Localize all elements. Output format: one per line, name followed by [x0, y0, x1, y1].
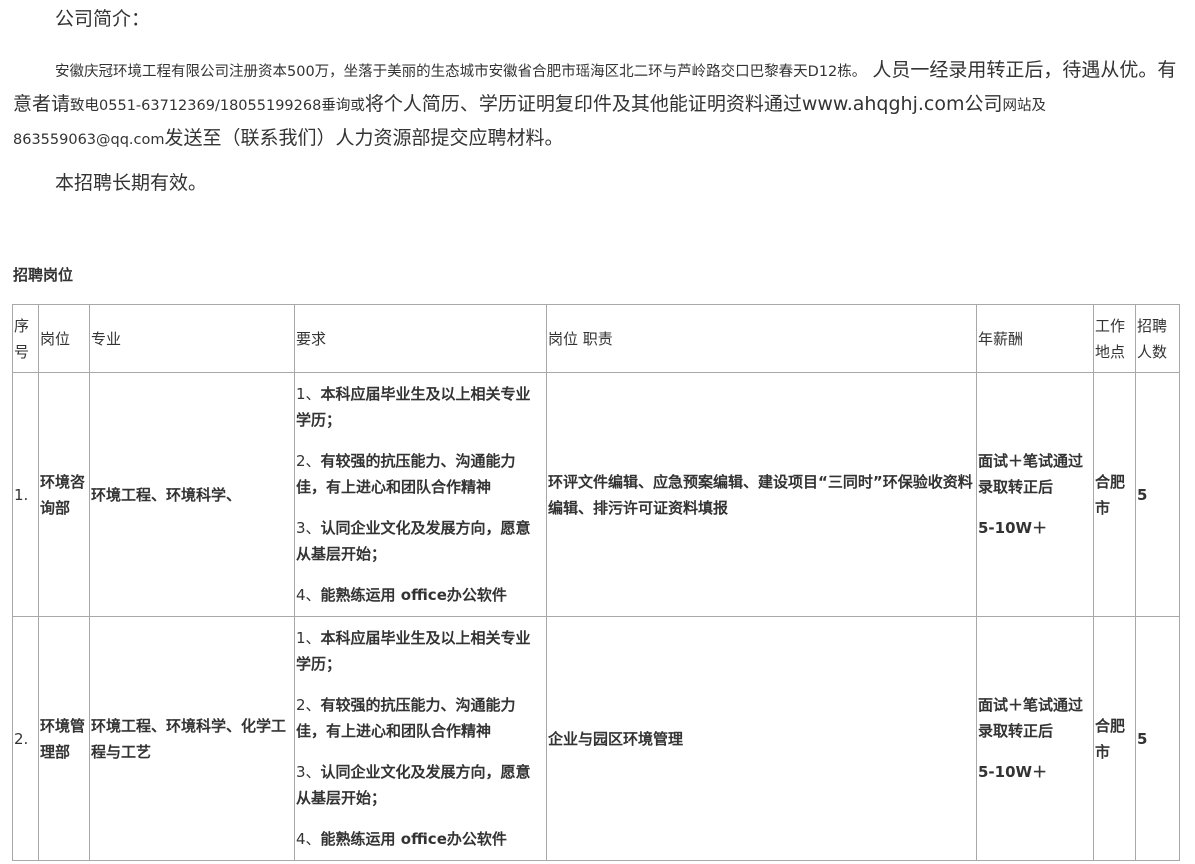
header-location: 工作地点	[1093, 304, 1136, 373]
salary-condition: 面试＋笔试通过录取转正后	[978, 452, 1084, 496]
jobs-table: 序号 岗位 专业 要求 岗位 职责 年薪酬 工作地点 招聘人数 1. 环境咨询部…	[12, 304, 1180, 861]
requirement-item: 4、能熟练运用 office办公软件	[296, 586, 507, 604]
header-headcount: 招聘人数	[1135, 304, 1180, 373]
row-headcount: 5	[1135, 616, 1180, 861]
requirement-item: 2、有较强的抗压能力、沟通能力佳，有上进心和团队合作精神	[296, 452, 516, 496]
row-seq: 2.	[12, 616, 39, 861]
salary-range: 5-10W＋	[978, 763, 1048, 781]
table-row: 1. 环境咨询部 环境工程、环境科学、 1、本科应届毕业生及以上相关专业学历； …	[12, 372, 1180, 617]
intro-text-hr: 发送至（联系我们）人力资源部提交应聘材料。	[164, 127, 564, 149]
requirement-item: 1、本科应届毕业生及以上相关专业学历；	[296, 629, 531, 673]
requirement-item: 3、认同企业文化及发展方向，愿意从基层开始；	[296, 519, 531, 563]
row-major: 环境工程、环境科学、化学工程与工艺	[89, 616, 295, 861]
header-duties: 岗位 职责	[546, 304, 977, 373]
intro-text-inquire: 垂询或	[321, 98, 365, 114]
row-salary: 面试＋笔试通过录取转正后 5-10W＋	[976, 372, 1094, 617]
row-location: 合肥市	[1093, 616, 1136, 861]
row-duties: 企业与园区环境管理	[546, 616, 977, 861]
row-requirements: 1、本科应届毕业生及以上相关专业学历； 2、有较强的抗压能力、沟通能力佳，有上进…	[294, 616, 547, 861]
section-title: 招聘岗位	[13, 266, 74, 284]
requirement-item: 3、认同企业文化及发展方向，愿意从基层开始；	[296, 763, 531, 807]
intro-heading: 公司简介：	[55, 8, 151, 30]
row-position: 环境咨询部	[38, 372, 90, 617]
header-seq: 序号	[12, 304, 39, 373]
row-major: 环境工程、环境科学、	[89, 372, 295, 617]
intro-text-company: 安徽庆冠环境工程有限公司注册资本500万，坐落于美丽的生态城市安徽省合肥市瑶海区…	[55, 64, 867, 80]
header-major: 专业	[89, 304, 295, 373]
intro-text-submit: 将个人简历、学历证明复印件及其他能证明资料通过www.ahqghj.com公司	[364, 93, 1003, 115]
table-header-row: 序号 岗位 专业 要求 岗位 职责 年薪酬 工作地点 招聘人数	[12, 304, 1180, 373]
requirement-item: 1、本科应届毕业生及以上相关专业学历；	[296, 385, 531, 429]
contact-phone: 0551-63712369/18055199268	[99, 98, 322, 114]
salary-condition: 面试＋笔试通过录取转正后	[978, 696, 1084, 740]
row-duties: 环评文件编辑、应急预案编辑、建设项目“三同时”环保验收资料编辑、排污许可证资料填…	[546, 372, 977, 617]
row-location: 合肥市	[1093, 372, 1136, 617]
table-row: 2. 环境管理部 环境工程、环境科学、化学工程与工艺 1、本科应届毕业生及以上相…	[12, 616, 1180, 861]
header-salary: 年薪酬	[976, 304, 1094, 373]
company-intro-paragraph: 安徽庆冠环境工程有限公司注册资本500万，坐落于美丽的生态城市安徽省合肥市瑶海区…	[13, 54, 1183, 156]
salary-range: 5-10W＋	[978, 519, 1048, 537]
row-headcount: 5	[1135, 372, 1180, 617]
contact-email: 863559063@qq.com	[13, 132, 165, 148]
row-seq: 1.	[12, 372, 39, 617]
requirement-item: 2、有较强的抗压能力、沟通能力佳，有上进心和团队合作精神	[296, 696, 516, 740]
row-position: 环境管理部	[38, 616, 90, 861]
intro-text-site: 网站及	[1002, 98, 1047, 114]
row-salary: 面试＋笔试通过录取转正后 5-10W＋	[976, 616, 1094, 861]
requirement-item: 4、能熟练运用 office办公软件	[296, 830, 507, 848]
header-position: 岗位	[38, 304, 90, 373]
row-requirements: 1、本科应届毕业生及以上相关专业学历； 2、有较强的抗压能力、沟通能力佳，有上进…	[294, 372, 547, 617]
validity-note: 本招聘长期有效。	[55, 172, 208, 194]
intro-text-call: 致电	[70, 98, 100, 114]
header-requirements: 要求	[294, 304, 547, 373]
